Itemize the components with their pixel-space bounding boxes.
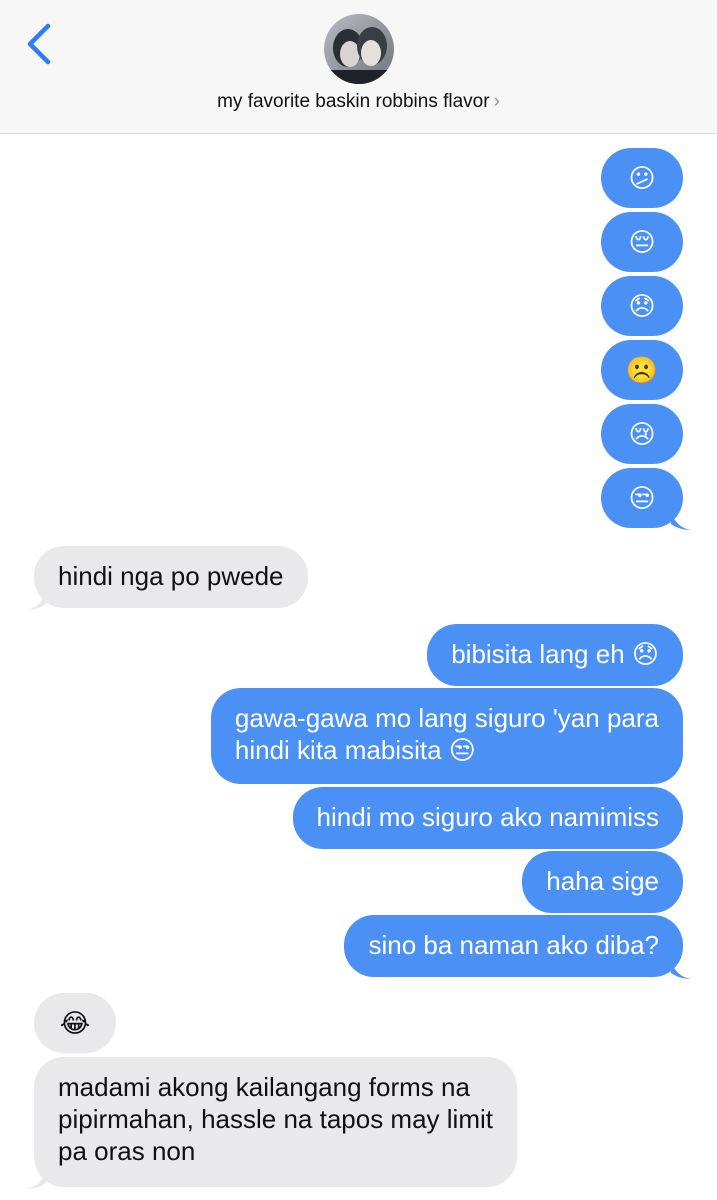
message-text: 😒 bbox=[628, 483, 656, 513]
message-text-line: madami akong kailangang forms na bbox=[58, 1072, 470, 1102]
message-text: haha sige bbox=[546, 866, 659, 896]
message-bubble-outgoing[interactable]: 😔 bbox=[601, 212, 683, 272]
message-text-line: hindi kita mabisita 😒 bbox=[234, 735, 476, 765]
chevron-left-icon bbox=[27, 23, 51, 65]
message-bubble-outgoing[interactable]: gawa-gawa mo lang siguro 'yan para hindi… bbox=[210, 688, 683, 784]
chevron-right-icon: › bbox=[493, 91, 500, 112]
message-text: 😔 bbox=[628, 227, 656, 257]
message-text: bibisita lang eh 😞 bbox=[451, 639, 659, 669]
message-text: hindi nga po pwede bbox=[58, 561, 284, 591]
message-text: 😕 bbox=[628, 163, 656, 193]
message-text: ☹️ bbox=[625, 355, 659, 385]
message-bubble-incoming[interactable]: madami akong kailangang forms na pipirma… bbox=[34, 1057, 517, 1187]
message-bubble-outgoing[interactable]: 😕 bbox=[601, 148, 683, 208]
contact-name: my favorite baskin robbins flavor bbox=[217, 91, 490, 112]
bubble-tail bbox=[26, 590, 46, 610]
message-text: hindi mo siguro ako namimiss bbox=[316, 802, 659, 832]
message-bubble-outgoing[interactable]: bibisita lang eh 😞 bbox=[427, 624, 683, 686]
contact-avatar[interactable] bbox=[324, 14, 394, 84]
bubble-tail bbox=[671, 510, 691, 530]
message-bubble-outgoing[interactable]: haha sige bbox=[522, 851, 683, 913]
message-bubble-outgoing[interactable]: sino ba naman ako diba? bbox=[344, 915, 683, 977]
message-bubble-outgoing[interactable]: hindi mo siguro ako namimiss bbox=[292, 787, 683, 849]
bubble-tail bbox=[671, 959, 691, 979]
back-button[interactable] bbox=[20, 22, 60, 66]
message-text: 😞 bbox=[628, 291, 656, 321]
message-bubble-outgoing[interactable]: 😞 bbox=[601, 276, 683, 336]
message-text: 😢 bbox=[628, 419, 656, 449]
message-bubble-outgoing[interactable]: 😢 bbox=[601, 404, 683, 464]
bubble-tail bbox=[26, 1169, 46, 1189]
conversation-header: my favorite baskin robbins flavor › bbox=[0, 0, 717, 134]
message-bubble-outgoing[interactable]: ☹️ bbox=[601, 340, 683, 400]
message-text-line: pipirmahan, hassle na tapos may limit bbox=[58, 1104, 493, 1134]
contact-name-button[interactable]: my favorite baskin robbins flavor › bbox=[0, 91, 717, 113]
message-text: 😂 bbox=[59, 1008, 91, 1038]
message-text: sino ba naman ako diba? bbox=[368, 930, 659, 960]
message-text-line: gawa-gawa mo lang siguro 'yan para bbox=[234, 703, 659, 733]
message-text-line: pa oras non bbox=[58, 1136, 196, 1166]
message-bubble-incoming[interactable]: 😂 bbox=[34, 993, 116, 1053]
message-bubble-incoming[interactable]: hindi nga po pwede bbox=[34, 546, 308, 608]
